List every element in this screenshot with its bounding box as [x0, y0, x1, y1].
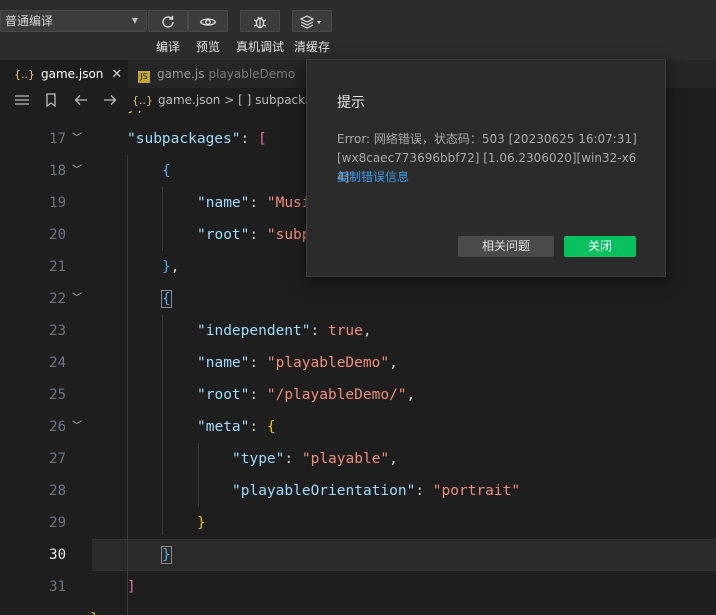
code-line: 28 "playableOrientation": "portrait" — [0, 475, 716, 507]
error-dialog: 提示 Error: 网络错误，状态码：503 [20230625 16:07:3… — [306, 59, 666, 277]
json-key: "independent" — [197, 323, 311, 339]
tab-game-js[interactable]: JS game.js playableDemo — [128, 60, 308, 89]
json-key: "playableOrientation" — [232, 483, 416, 499]
copy-error-link[interactable]: 复制错误信息 — [337, 168, 409, 185]
fold-chevron-icon[interactable]: ﹀ — [72, 411, 82, 443]
bookmark-icon[interactable] — [43, 92, 59, 108]
json-key: "name" — [197, 195, 250, 211]
line-number: 27 — [49, 451, 66, 467]
preview-label: 预览 — [195, 40, 220, 54]
fold-chevron-icon[interactable]: ﹀ — [72, 155, 82, 187]
arrow-right-icon[interactable] — [102, 92, 118, 108]
line-number: 28 — [49, 483, 66, 499]
breadcrumb-separator: > — [224, 93, 235, 107]
json-key: "root" — [197, 227, 250, 243]
breadcrumb-file[interactable]: game.json — [158, 93, 220, 107]
dialog-title: 提示 — [337, 95, 365, 111]
js-file-icon: JS — [138, 71, 150, 83]
code-line: 31 ] — [0, 571, 716, 603]
json-file-icon: {..} — [132, 94, 153, 107]
compile-mode-select[interactable]: 普通编译 ▼ — [0, 10, 147, 32]
eye-icon — [199, 18, 217, 26]
line-number: 17 — [49, 131, 66, 147]
refresh-icon — [162, 15, 174, 28]
line-number: 20 — [49, 227, 66, 243]
json-key: "name" — [197, 355, 250, 371]
line-number: 22 — [49, 291, 66, 307]
bug-icon — [253, 16, 267, 29]
compile-button[interactable] — [148, 10, 188, 32]
json-string: "subp — [266, 227, 311, 243]
code-line: 23 "independent": true, — [0, 315, 716, 347]
tab-label: game.json — [41, 67, 104, 81]
close-button[interactable]: 关闭 — [564, 236, 636, 257]
json-key: "subpackages" — [127, 131, 241, 147]
code-line: 26 ﹀ "meta": { — [0, 411, 716, 443]
remote-debug-label: 真机调试 — [236, 40, 285, 54]
remote-debug-button[interactable] — [240, 10, 280, 32]
code-line: 25 "root": "/playableDemo/", — [0, 379, 716, 411]
line-number: 21 — [49, 259, 66, 275]
arrow-left-icon[interactable] — [73, 92, 89, 108]
fold-chevron-icon[interactable]: ﹀ — [72, 123, 82, 155]
close-icon[interactable]: ✕ — [111, 67, 122, 82]
json-string: "playableDemo" — [266, 355, 390, 371]
code-line: 22 ﹀ { — [0, 283, 716, 315]
tab-game-json[interactable]: {..} game.json ✕ — [0, 60, 128, 89]
json-string: "/playableDemo/" — [266, 387, 407, 403]
code-line: 29 } — [0, 507, 716, 539]
layers-icon — [299, 15, 321, 29]
json-key: "type" — [232, 451, 285, 467]
json-key: "meta" — [197, 419, 250, 435]
clear-cache-tool[interactable]: 清缓存 — [292, 10, 332, 55]
breadcrumb-item[interactable]: [ ] subpacka — [238, 93, 312, 107]
clear-cache-button[interactable] — [292, 10, 332, 32]
line-number: 19 — [49, 195, 66, 211]
compile-label: 编译 — [155, 40, 180, 54]
clear-cache-label: 清缓存 — [293, 40, 330, 54]
json-string: "portrait" — [432, 483, 521, 499]
line-number: 18 — [49, 163, 66, 179]
chevron-down-icon: ▼ — [131, 16, 138, 25]
json-string: "playable" — [301, 451, 390, 467]
tab-label: game.js — [157, 67, 205, 81]
code-line: } — [0, 603, 716, 615]
preview-button[interactable] — [188, 10, 228, 32]
line-number: 23 — [49, 323, 66, 339]
related-issues-button[interactable]: 相关问题 — [458, 236, 554, 257]
json-key: "root" — [197, 387, 250, 403]
tab-folder-hint: playableDemo — [208, 67, 296, 81]
preview-tool[interactable]: 预览 — [188, 10, 228, 55]
line-number: 25 — [49, 387, 66, 403]
code-line: 27 "type": "playable", — [0, 443, 716, 475]
json-string: "Musi — [266, 195, 311, 211]
json-boolean: true — [327, 323, 363, 339]
line-number: 24 — [49, 355, 66, 371]
line-number: 31 — [49, 579, 66, 595]
list-icon[interactable] — [14, 92, 30, 108]
compile-tool[interactable]: 编译 — [148, 10, 188, 55]
line-number: 29 — [49, 515, 66, 531]
top-toolbar: 普通编译 ▼ 编译 预览 真机调试 清缓存 — [0, 0, 716, 60]
json-file-icon: {..} — [14, 68, 35, 81]
code-line: 24 "name": "playableDemo", — [0, 347, 716, 379]
fold-chevron-icon[interactable]: ﹀ — [72, 283, 82, 315]
compile-mode-label: 普通编译 — [5, 14, 54, 28]
code-line: 30 } — [0, 539, 716, 571]
remote-debug-tool[interactable]: 真机调试 — [236, 10, 284, 55]
breadcrumb: {..} game.json > [ ] subpacka — [132, 89, 312, 111]
line-number: 30 — [49, 547, 66, 563]
line-number: 26 — [49, 419, 66, 435]
